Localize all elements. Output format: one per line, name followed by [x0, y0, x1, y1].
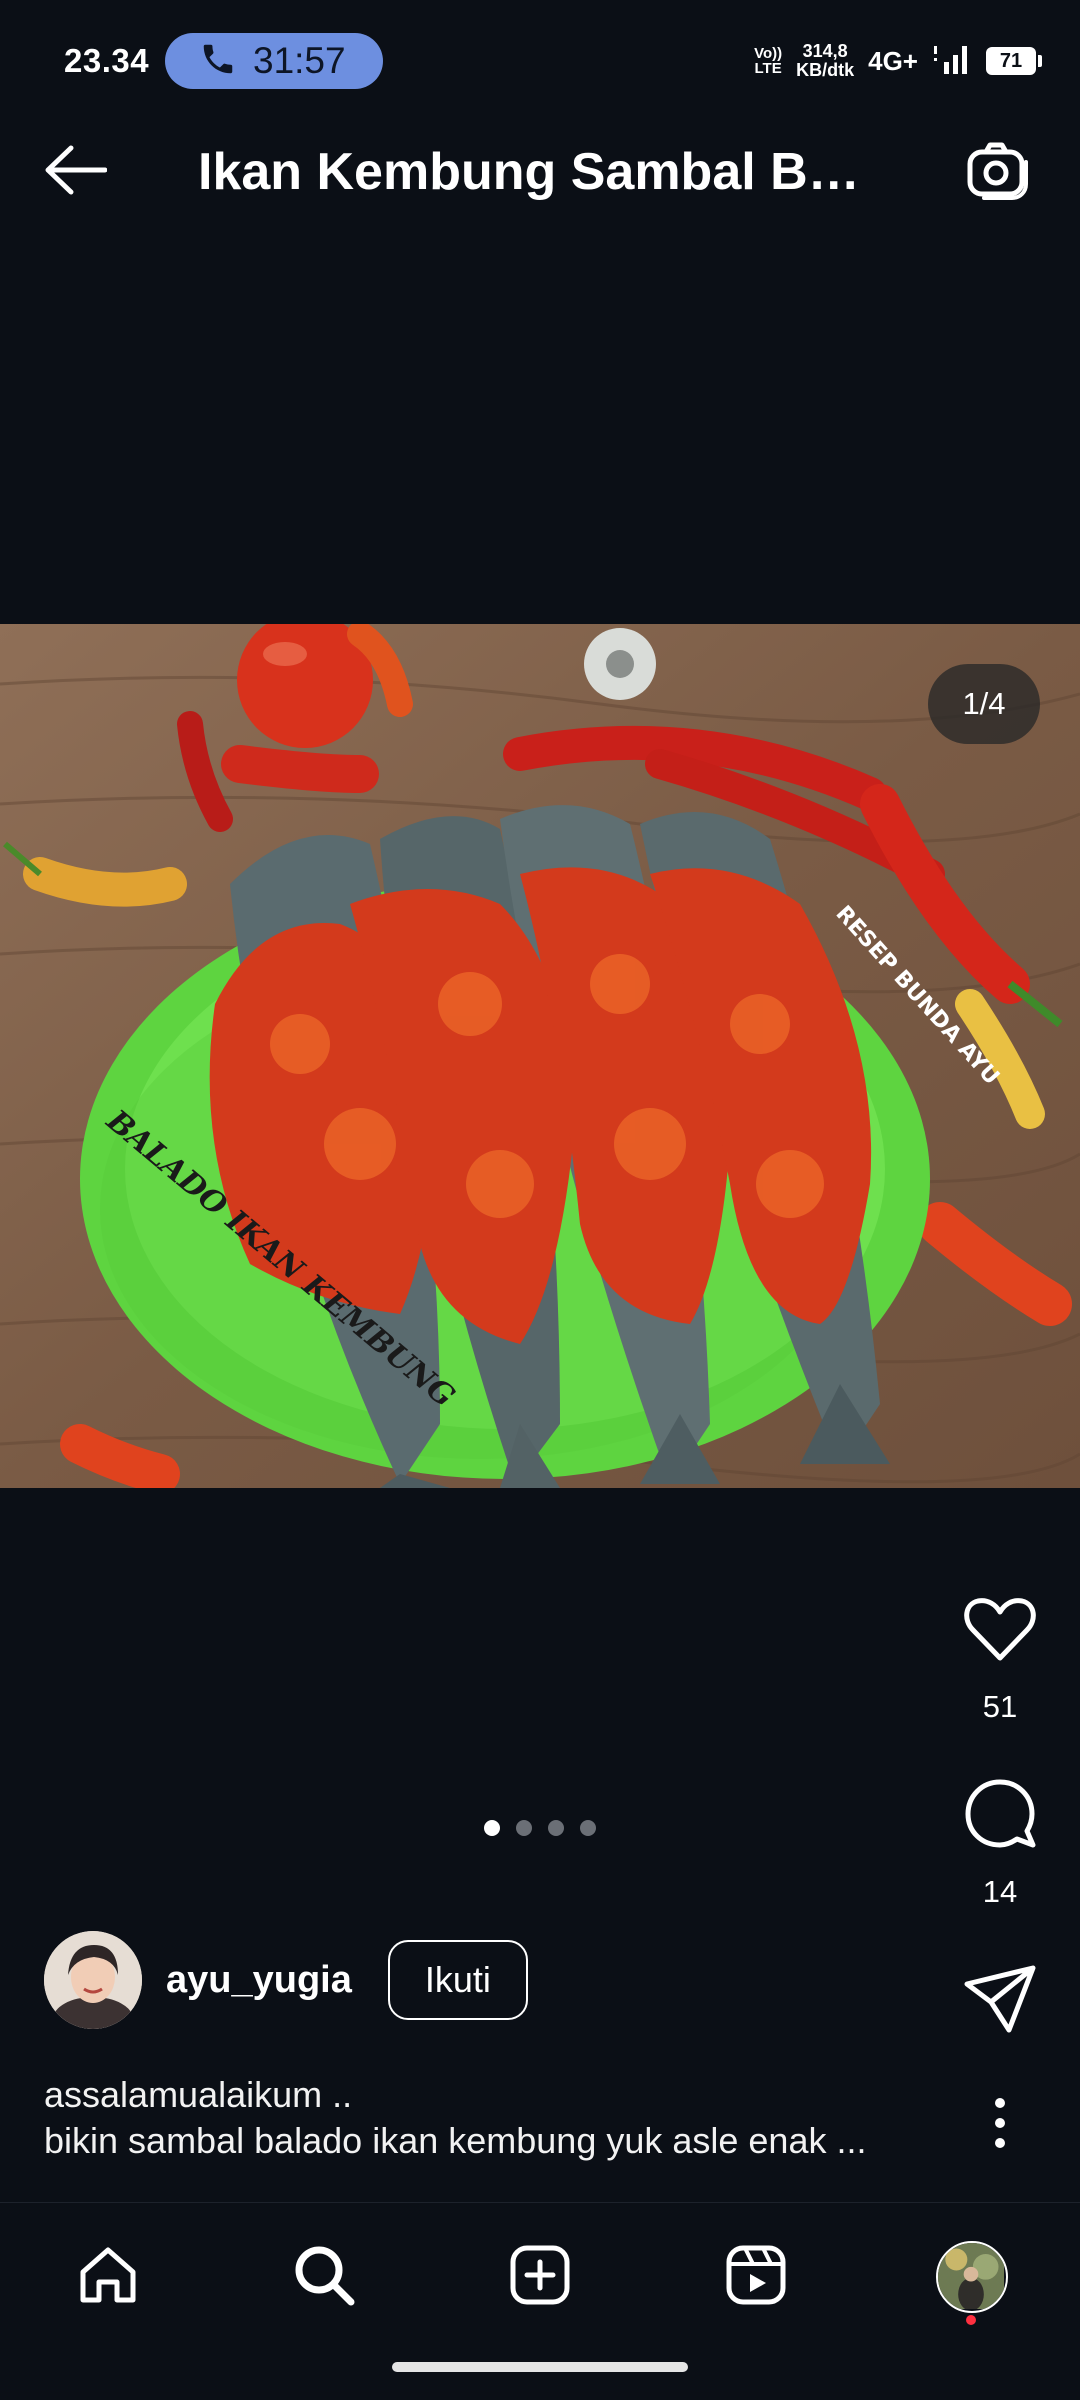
follow-button[interactable]: Ikuti [387, 1940, 528, 2020]
image-counter: 1/4 [928, 664, 1040, 744]
comment-icon [961, 1775, 1039, 1858]
caption-line: assalamualaikum .. [44, 2074, 353, 2115]
more-options-button[interactable] [980, 2090, 1020, 2160]
reels-icon [723, 2242, 789, 2313]
status-bar: 23.34 31:57 Vo)) LTE 314,8 KB/dtk 4G+ 71 [0, 0, 1080, 120]
nav-search[interactable] [284, 2237, 364, 2317]
network-speed: 314,8 KB/dtk [796, 41, 855, 80]
carousel-dot [548, 1820, 564, 1836]
signal-icon [932, 42, 972, 81]
comment-button[interactable]: 14 [920, 1775, 1080, 1910]
heart-icon [961, 1590, 1039, 1673]
profile-avatar [936, 2241, 1008, 2313]
comment-count: 14 [982, 1874, 1018, 1909]
create-icon [507, 2242, 573, 2313]
home-icon [75, 2242, 141, 2313]
carousel-dot-active [484, 1820, 500, 1836]
carousel-dots [484, 1820, 596, 1836]
nav-profile[interactable] [932, 2237, 1012, 2325]
volte-indicator: Vo)) LTE [754, 45, 783, 77]
search-icon [291, 2242, 357, 2313]
post-header: Ikan Kembung Sambal Bal... [0, 120, 1080, 224]
more-vertical-icon [993, 2096, 1007, 2155]
arrow-left-icon [43, 145, 108, 200]
camera-icon [964, 142, 1030, 208]
post-author: ayu_yugia Ikuti [44, 1930, 528, 2030]
nav-create[interactable] [500, 2237, 580, 2317]
phone-icon [199, 40, 237, 83]
back-button[interactable] [40, 142, 110, 202]
like-count: 51 [982, 1689, 1018, 1724]
status-time: 23.34 [64, 42, 150, 79]
like-button[interactable]: 51 [920, 1590, 1080, 1725]
camera-button[interactable] [964, 138, 1030, 204]
food-photo: RESEP BUNDA AYU BALADO IKAN KEMBUNG [0, 624, 1080, 1488]
page-title: Ikan Kembung Sambal Bal... [198, 143, 888, 201]
post-image[interactable]: RESEP BUNDA AYU BALADO IKAN KEMBUNG 1/4 [0, 624, 1080, 1488]
post-caption[interactable]: assalamualaikum .. bikin sambal balado i… [44, 2072, 944, 2164]
nav-reels[interactable] [716, 2237, 796, 2317]
avatar[interactable] [44, 1931, 142, 2029]
bottom-navigation [0, 2202, 1080, 2342]
ongoing-call-pill[interactable]: 31:57 [165, 33, 383, 89]
notification-dot [966, 2315, 976, 2325]
share-button[interactable] [920, 1960, 1080, 2043]
battery-icon: 71 [986, 47, 1042, 75]
caption-line: bikin sambal balado ikan kembung yuk asl… [44, 2120, 867, 2161]
network-type: 4G+ [868, 45, 918, 76]
author-username[interactable]: ayu_yugia [166, 1959, 352, 2002]
call-duration: 31:57 [253, 40, 346, 81]
send-icon [961, 1960, 1039, 2043]
home-indicator[interactable] [392, 2362, 688, 2372]
carousel-dot [516, 1820, 532, 1836]
carousel-dot [580, 1820, 596, 1836]
nav-home[interactable] [68, 2237, 148, 2317]
